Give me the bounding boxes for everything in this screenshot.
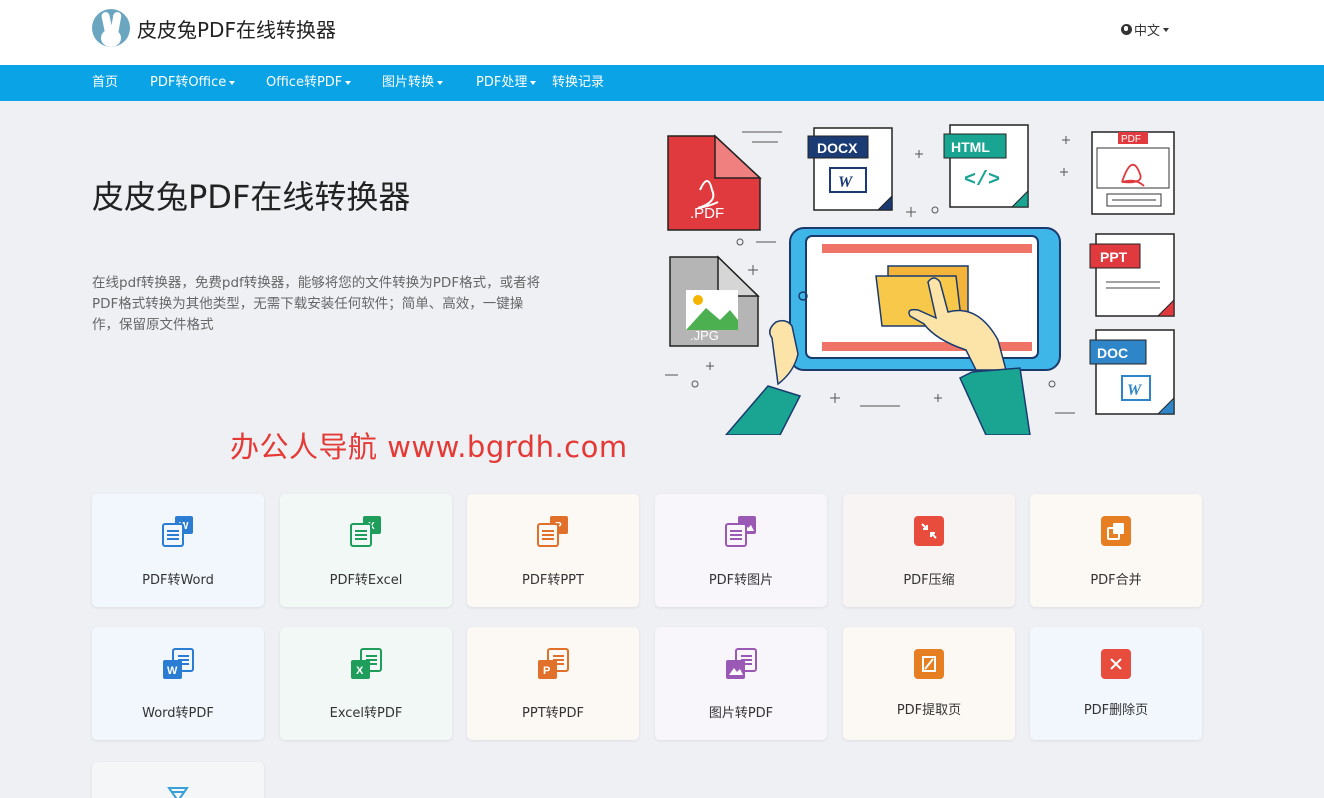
nav-item-history[interactable]: 转换记录 bbox=[552, 65, 604, 101]
tool-card-excel-to-pdf[interactable]: X Excel转PDF bbox=[280, 627, 452, 740]
tool-label: Excel转PDF bbox=[329, 706, 403, 721]
svg-text:DOC: DOC bbox=[1097, 345, 1128, 361]
tool-label: PDF提取页 bbox=[896, 703, 962, 718]
globe-icon bbox=[1121, 24, 1132, 35]
pdf-merge-icon bbox=[1101, 516, 1131, 546]
watermark-text: 办公人导航 www.bgrdh.com bbox=[230, 430, 628, 464]
chevron-down-icon bbox=[1163, 27, 1170, 32]
excel-to-pdf-icon: X bbox=[351, 648, 382, 679]
pdf-to-image-icon bbox=[725, 516, 756, 547]
tool-label: PDF删除页 bbox=[1083, 703, 1149, 718]
word-to-pdf-icon: W bbox=[163, 648, 194, 679]
svg-text:W: W bbox=[838, 174, 854, 191]
pdf-compress-icon bbox=[914, 516, 944, 546]
tool-label: PDF转Word bbox=[142, 573, 214, 588]
chevron-down-icon bbox=[229, 80, 236, 85]
svg-text:PDF: PDF bbox=[1121, 134, 1141, 145]
hero-description: 在线pdf转换器，免费pdf转换器，能够将您的文件转换为PDF格式，或者将PDF… bbox=[92, 275, 541, 333]
tool-card-pdf-extract[interactable]: PDF提取页 bbox=[843, 627, 1015, 740]
tool-card-pdf-to-image[interactable]: PDF转图片 bbox=[655, 494, 827, 607]
tool-card-pdf-compress[interactable]: PDF压缩 bbox=[843, 494, 1015, 607]
tool-card-pdf-to-excel[interactable]: X PDF转Excel bbox=[280, 494, 452, 607]
image-to-pdf-icon bbox=[726, 648, 757, 679]
nav-label: PDF转Office bbox=[150, 75, 227, 90]
site-title: 皮皮兔PDF在线转换器 bbox=[137, 17, 336, 42]
language-selector[interactable]: 中文 bbox=[1121, 20, 1170, 39]
ppt-to-pdf-icon: P bbox=[538, 648, 569, 679]
hero-illustration: .PDF DOCX W HTML </> PDF PPT DOC W .JPG bbox=[665, 124, 1175, 435]
tool-label: PPT转PDF bbox=[522, 706, 584, 721]
svg-text:PPT: PPT bbox=[1100, 249, 1128, 265]
chevron-down-icon bbox=[345, 80, 352, 85]
svg-text:.PDF: .PDF bbox=[690, 205, 724, 222]
chevron-down-icon bbox=[437, 80, 444, 85]
chevron-down-icon bbox=[530, 80, 537, 85]
svg-text:DOCX: DOCX bbox=[817, 140, 858, 156]
svg-text:.JPG: .JPG bbox=[690, 328, 719, 343]
tool-label: PDF转Excel bbox=[329, 573, 403, 588]
tool-card-word-to-pdf[interactable]: W Word转PDF bbox=[92, 627, 264, 740]
main-nav: 首页 PDF转Office Office转PDF 图片转换 PDF处理 转换记录 bbox=[0, 65, 1324, 101]
pdf-to-excel-icon: X bbox=[350, 516, 381, 547]
nav-label: 转换记录 bbox=[552, 75, 605, 90]
svg-text:X: X bbox=[356, 665, 364, 677]
pdf-delete-icon bbox=[1101, 649, 1131, 679]
tool-card-ppt-to-pdf[interactable]: P PPT转PDF bbox=[467, 627, 639, 740]
nav-item-office-to-pdf[interactable]: Office转PDF bbox=[266, 65, 352, 101]
site-logo-link[interactable]: 皮皮兔PDF在线转换器 bbox=[92, 9, 336, 47]
tool-card-image-to-pdf[interactable]: 图片转PDF bbox=[655, 627, 827, 740]
svg-text:</>: </> bbox=[964, 169, 1000, 192]
tool-label: PDF合并 bbox=[1090, 573, 1142, 588]
pdf-to-ppt-icon: P bbox=[537, 516, 568, 547]
nav-label: 首页 bbox=[92, 75, 119, 90]
hero-title: 皮皮兔PDF在线转换器 bbox=[92, 178, 411, 216]
tool-label: PDF压缩 bbox=[903, 573, 955, 588]
tool-card-pdf-to-ppt[interactable]: P PDF转PPT bbox=[467, 494, 639, 607]
language-label: 中文 bbox=[1134, 24, 1161, 39]
pdf-extract-icon bbox=[914, 649, 944, 679]
nav-item-home[interactable]: 首页 bbox=[92, 65, 118, 101]
svg-text:W: W bbox=[1127, 382, 1143, 399]
tool-label: PDF转PPT bbox=[522, 573, 584, 588]
top-header: 皮皮兔PDF在线转换器 中文 bbox=[0, 0, 1324, 65]
svg-text:HTML: HTML bbox=[951, 139, 990, 155]
tool-label: 图片转PDF bbox=[708, 706, 774, 721]
nav-label: 图片转换 bbox=[382, 75, 435, 90]
pdf-to-word-icon: W bbox=[162, 516, 193, 547]
tool-card-filter[interactable] bbox=[92, 762, 264, 798]
tool-card-pdf-merge[interactable]: PDF合并 bbox=[1030, 494, 1202, 607]
filter-icon bbox=[167, 787, 189, 798]
tool-card-pdf-delete[interactable]: PDF删除页 bbox=[1030, 627, 1202, 740]
nav-item-pdf-process[interactable]: PDF处理 bbox=[476, 65, 537, 101]
nav-label: PDF处理 bbox=[476, 75, 528, 90]
tool-label: Word转PDF bbox=[142, 706, 214, 721]
tool-label: PDF转图片 bbox=[708, 573, 774, 588]
rabbit-logo-icon bbox=[92, 9, 130, 47]
nav-item-pdf-to-office[interactable]: PDF转Office bbox=[150, 65, 236, 101]
tool-card-pdf-to-word[interactable]: W PDF转Word bbox=[92, 494, 264, 607]
nav-item-image-convert[interactable]: 图片转换 bbox=[382, 65, 444, 101]
svg-text:P: P bbox=[543, 665, 550, 677]
nav-label: Office转PDF bbox=[266, 75, 343, 90]
svg-text:W: W bbox=[167, 665, 178, 677]
